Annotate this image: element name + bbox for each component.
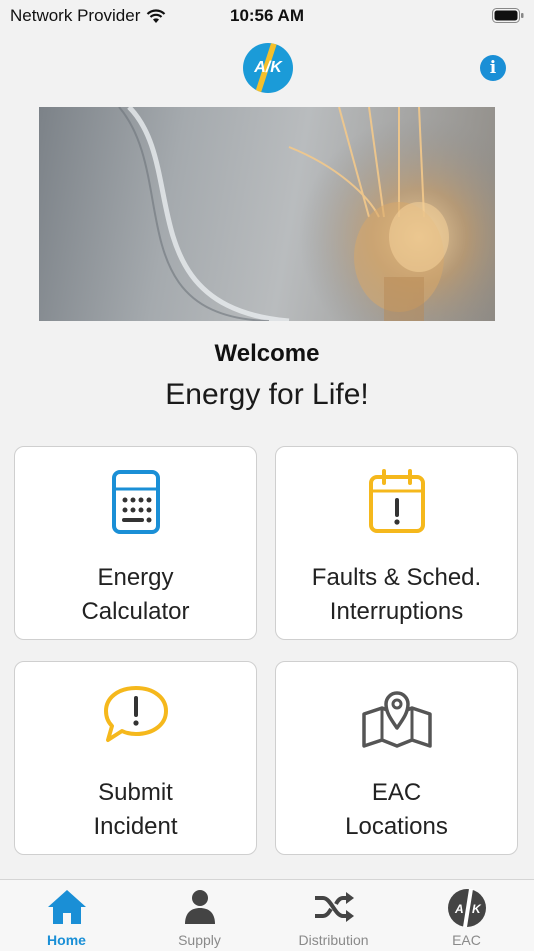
app-logo: A/K [243,43,293,93]
tile-label: Submit Incident [15,776,256,844]
info-icon[interactable]: i [480,55,506,81]
tab-supply[interactable]: Supply [133,880,266,951]
svg-text:K: K [472,902,482,916]
energy-calculator-tile[interactable]: Energy Calculator [14,446,257,640]
tile-label-line1: Faults & Sched. [311,564,482,591]
shuffle-icon [314,892,354,922]
logo-text: A/K [254,59,282,76]
tile-label-line2: Interruptions [329,598,464,625]
tile-label-line1: Submit [98,779,173,806]
tab-home[interactable]: Home [0,880,133,951]
person-icon [184,890,215,924]
tile-label-line2: Locations [345,813,448,840]
tile-label-line2: Calculator [81,598,190,625]
hero-image [39,107,495,321]
welcome-title: Welcome [214,340,320,367]
home-icon [47,890,86,924]
svg-text:A: A [454,902,464,916]
tile-label: EAC Locations [276,776,517,844]
tab-label: Distribution [298,932,369,948]
submit-incident-tile[interactable]: Submit Incident [14,661,257,855]
tile-label-line1: EAC [371,779,422,806]
lightbulb-illustration [39,107,495,321]
tab-label: Supply [178,932,221,948]
calendar-alert-icon [368,469,425,533]
tab-label: Home [47,932,86,948]
tab-eac[interactable]: A K EAC [400,880,533,951]
tile-label-line1: Energy [97,564,174,591]
eac-logo-icon: A K [447,889,486,927]
clock: 10:56 AM [229,6,304,25]
chat-alert-icon [103,686,168,742]
calculator-icon [111,470,160,534]
tab-label: EAC [452,932,481,948]
eac-locations-tile[interactable]: EAC Locations [275,661,518,855]
map-pin-icon [361,691,432,748]
tile-label: Energy Calculator [15,561,256,629]
tile-label-line2: Incident [93,813,178,840]
tab-bar: Home Supply Distribution A K EAC [0,879,534,951]
faults-interruptions-tile[interactable]: Faults & Sched. Interruptions [275,446,518,640]
status-bar: Network Provider 10:56 AM [0,0,534,32]
welcome-tagline: Energy for Life! [165,378,369,411]
tab-distribution[interactable]: Distribution [267,880,400,951]
battery-icon [492,8,524,23]
tile-label: Faults & Sched. Interruptions [276,561,517,629]
app-header: A/K i [0,40,534,96]
